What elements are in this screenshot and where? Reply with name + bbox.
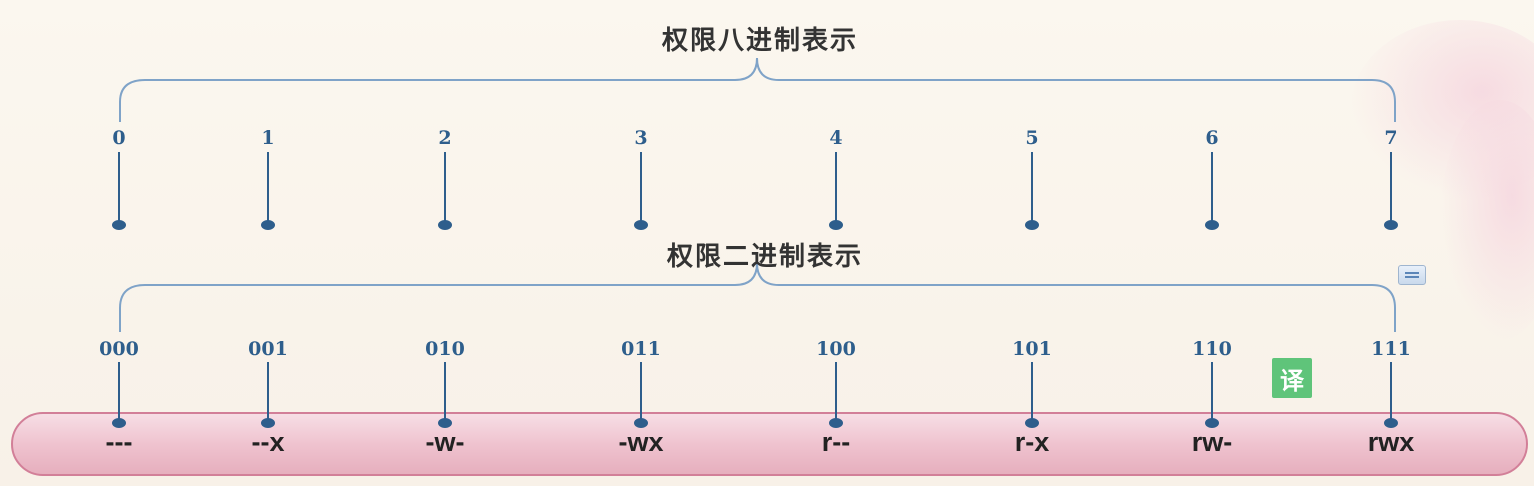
octal-2-dot xyxy=(438,220,452,230)
binary-value: 010 xyxy=(425,338,465,360)
binary-value: 100 xyxy=(816,338,856,360)
binary-value: 000 xyxy=(99,338,139,360)
octal-4-dot xyxy=(829,220,843,230)
binary-value: 111 xyxy=(1371,338,1411,360)
octal-7-dot xyxy=(1384,220,1398,230)
binary-value: 101 xyxy=(1012,338,1052,360)
octal-0-dot xyxy=(112,220,126,230)
binary-value: 001 xyxy=(248,338,288,360)
binary-brace xyxy=(119,262,1396,332)
octal-5-dot xyxy=(1025,220,1039,230)
octal-value: 0 xyxy=(112,127,126,149)
octal-value: 7 xyxy=(1384,127,1398,149)
octal-value: 2 xyxy=(438,127,452,149)
octal-value: 3 xyxy=(634,127,648,149)
octal-value: 5 xyxy=(1025,127,1039,149)
octal-1-dot xyxy=(261,220,275,230)
octal-3-dot xyxy=(634,220,648,230)
permission-string: --- xyxy=(105,427,133,457)
translate-button[interactable]: 译 xyxy=(1272,358,1312,398)
octal-value: 6 xyxy=(1205,127,1219,149)
permission-band xyxy=(11,412,1528,476)
note-icon[interactable] xyxy=(1398,265,1426,285)
octal-value: 1 xyxy=(261,127,275,149)
permission-string: r-x xyxy=(1014,427,1050,457)
binary-value: 110 xyxy=(1192,338,1232,360)
octal-brace xyxy=(119,57,1396,122)
permission-string: rw- xyxy=(1191,427,1233,457)
octal-value: 4 xyxy=(829,127,843,149)
octal-6-dot xyxy=(1205,220,1219,230)
permission-string: r-- xyxy=(821,427,851,457)
permission-string: rwx xyxy=(1367,427,1415,457)
permission-string: --x xyxy=(251,427,285,457)
permission-string: -w- xyxy=(425,427,465,457)
binary-value: 011 xyxy=(621,338,661,360)
octal-title: 权限八进制表示 xyxy=(661,26,859,56)
binary-title: 权限二进制表示 xyxy=(666,242,864,272)
permission-string: -wx xyxy=(618,427,664,457)
